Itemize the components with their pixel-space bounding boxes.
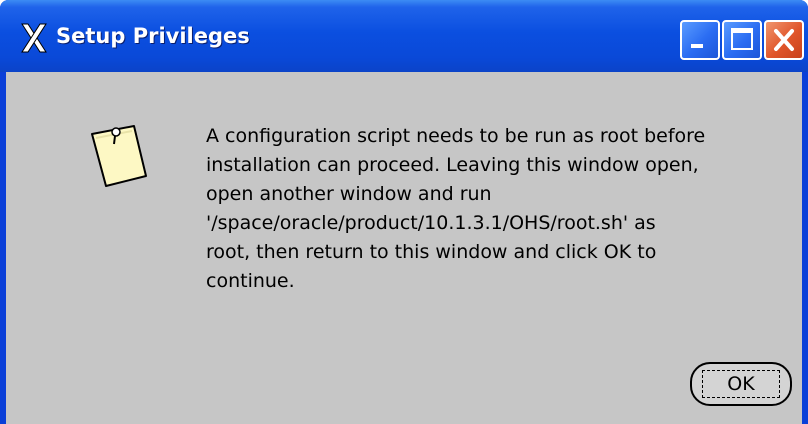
x11-icon	[21, 23, 47, 53]
title-bar[interactable]: Setup Privileges	[0, 0, 808, 72]
setup-privileges-window: Setup Privileges A configuration script …	[0, 0, 808, 424]
close-icon	[774, 29, 794, 51]
window-title: Setup Privileges	[56, 24, 250, 48]
note-icon	[91, 125, 147, 187]
ok-button-label: OK	[727, 373, 755, 395]
close-button[interactable]	[764, 20, 804, 60]
ok-button[interactable]: OK	[690, 362, 792, 406]
minimize-icon	[691, 44, 703, 48]
dialog-body: A configuration script needs to be run a…	[6, 72, 802, 424]
minimize-button[interactable]	[680, 20, 720, 60]
maximize-button[interactable]	[722, 20, 762, 60]
maximize-icon	[731, 28, 753, 50]
dialog-message: A configuration script needs to be run a…	[206, 125, 706, 292]
